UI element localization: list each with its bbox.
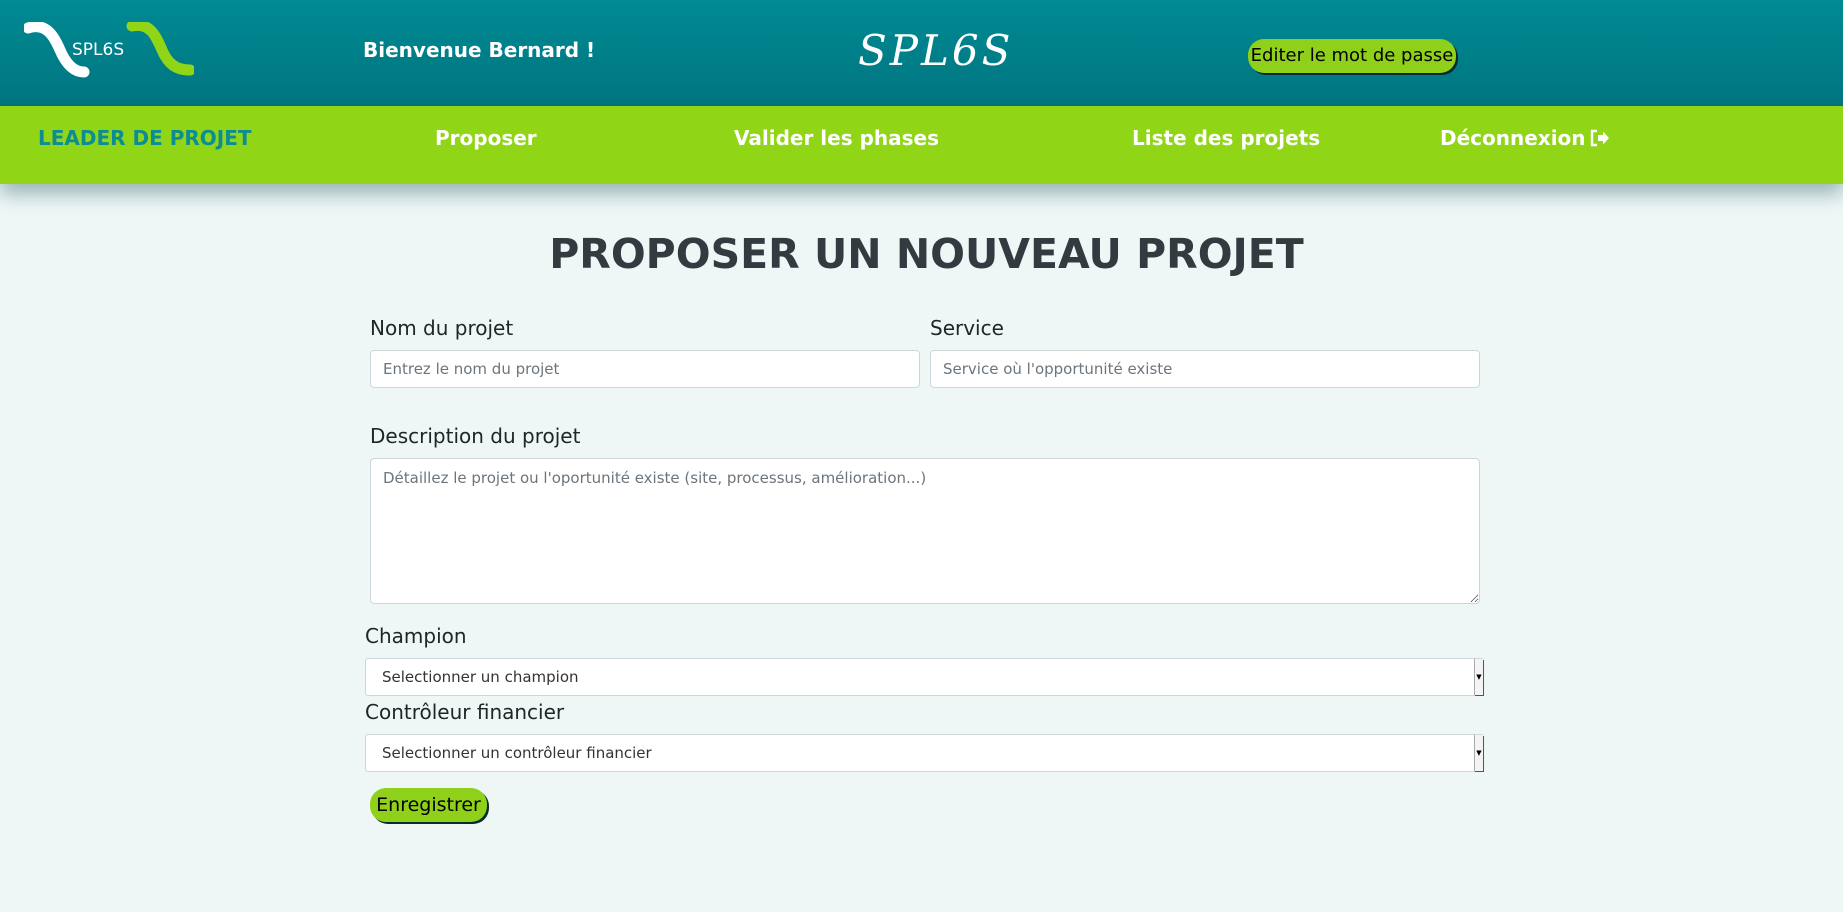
nav-logout-label: Déconnexion xyxy=(1440,126,1586,150)
service-input[interactable] xyxy=(930,350,1480,388)
sign-out-icon xyxy=(1590,106,1610,170)
edit-password-button[interactable]: Editer le mot de passe xyxy=(1248,39,1456,73)
chevron-down-icon: ▼ xyxy=(1474,735,1483,771)
brand-title: SPL6S xyxy=(858,26,1014,75)
champion-selected-value: Selectionner un champion xyxy=(382,668,579,686)
chevron-down-icon: ▼ xyxy=(1474,659,1483,695)
nav-logout[interactable]: Déconnexion xyxy=(1440,106,1610,184)
champion-select[interactable]: Selectionner un champion ▼ xyxy=(365,658,1484,696)
welcome-message: Bienvenue Bernard ! xyxy=(363,38,596,62)
nav-validate-phases[interactable]: Valider les phases xyxy=(734,106,939,184)
page-title: PROPOSER UN NOUVEAU PROJET xyxy=(549,230,1304,278)
description-textarea[interactable] xyxy=(370,458,1480,604)
controller-selected-value: Selectionner un contrôleur financier xyxy=(382,744,652,762)
financial-controller-select[interactable]: Selectionner un contrôleur financier ▼ xyxy=(365,734,1484,772)
champion-label: Champion xyxy=(365,624,467,648)
nav-project-list[interactable]: Liste des projets xyxy=(1132,106,1320,184)
controller-label: Contrôleur financier xyxy=(365,700,565,724)
logo-text: SPL6S xyxy=(72,40,125,60)
top-header: SPL6S Bienvenue Bernard ! SPL6S Editer l… xyxy=(0,0,1843,106)
description-label: Description du projet xyxy=(370,424,581,448)
nav-role-label[interactable]: LEADER DE PROJET xyxy=(38,106,252,184)
main-nav: LEADER DE PROJET Proposer Valider les ph… xyxy=(0,106,1843,184)
service-label: Service xyxy=(930,316,1004,340)
save-button[interactable]: Enregistrer xyxy=(370,788,487,822)
project-name-label: Nom du projet xyxy=(370,316,514,340)
project-name-input[interactable] xyxy=(370,350,920,388)
nav-propose[interactable]: Proposer xyxy=(435,106,537,184)
